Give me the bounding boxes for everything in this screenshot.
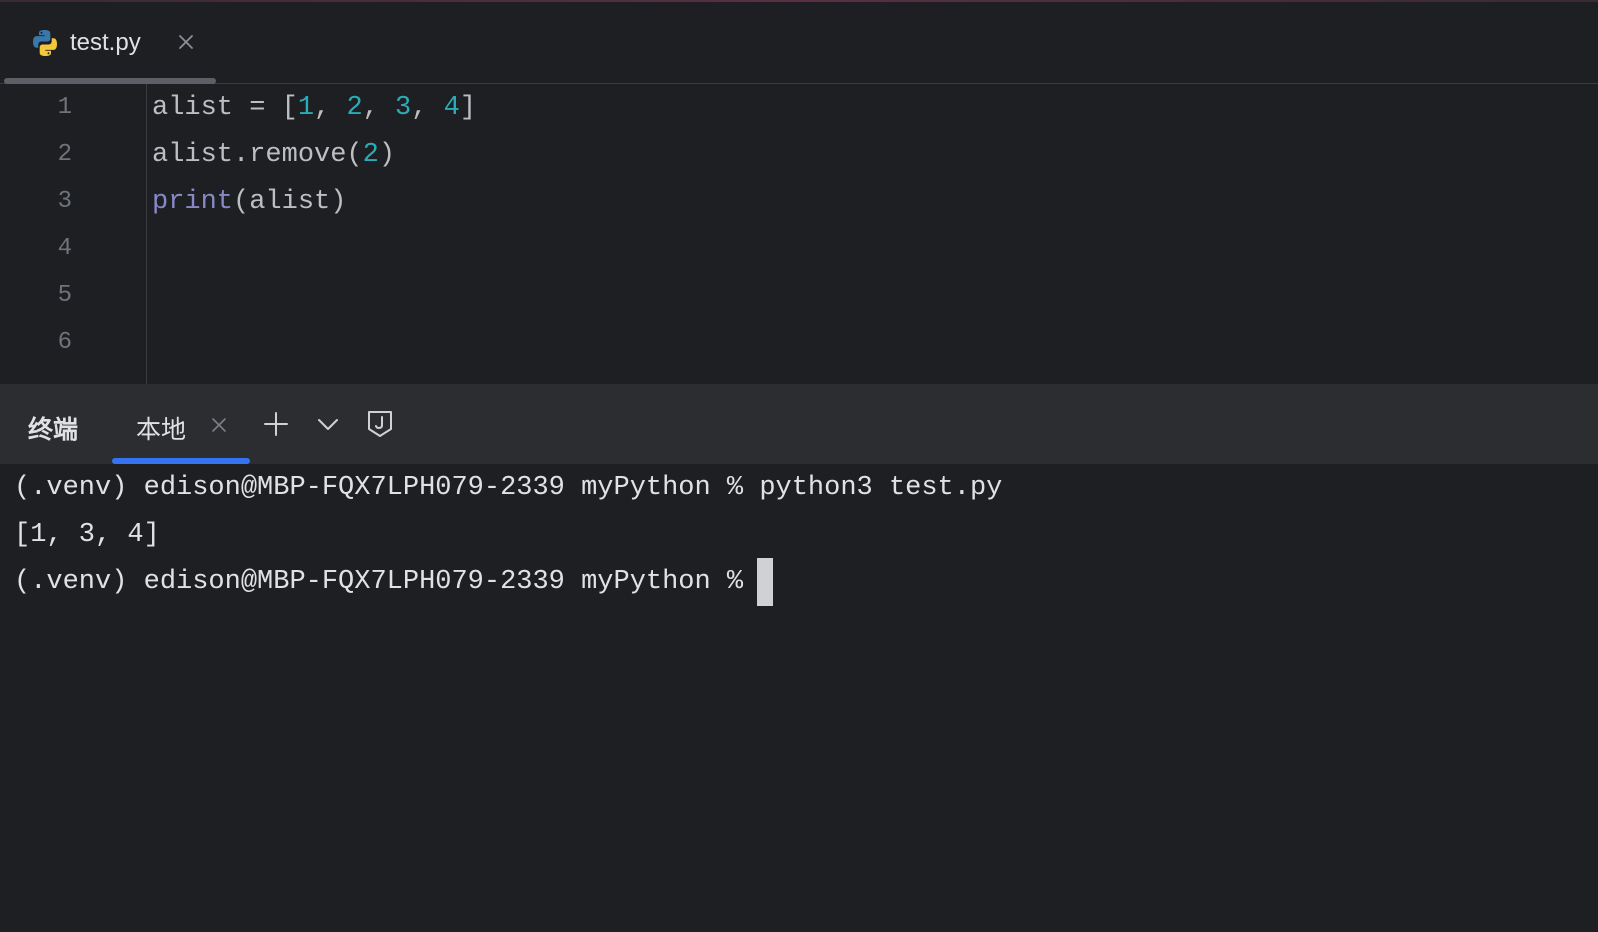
terminal-toolbar: 终端 本地 xyxy=(0,384,1598,464)
terminal-tab-label: 本地 xyxy=(136,416,187,444)
code-token: , xyxy=(314,93,347,123)
shield-icon xyxy=(368,411,392,437)
code-token: (alist) xyxy=(233,187,347,217)
terminal-tab-local[interactable]: 本地 xyxy=(112,384,250,464)
editor-tab-label: test.py xyxy=(70,29,141,56)
line-number: 1 xyxy=(57,94,72,121)
line-number: 5 xyxy=(57,282,72,309)
python-icon xyxy=(30,28,60,58)
code-line-3[interactable]: print(alist) xyxy=(152,178,346,226)
terminal-cursor xyxy=(757,558,774,606)
close-icon[interactable] xyxy=(174,30,198,54)
code-token: 4 xyxy=(443,93,460,123)
line-number: 6 xyxy=(57,329,72,356)
gutter-divider xyxy=(146,84,147,384)
code-token: 3 xyxy=(395,93,412,123)
code-token: , xyxy=(411,93,444,123)
shield-button[interactable] xyxy=(364,408,396,440)
code-token: alist = [ xyxy=(152,93,298,123)
code-token: , xyxy=(362,93,396,123)
terminal-prompt: (.venv) edison@MBP-FQX7LPH079-2339 myPyt… xyxy=(14,567,744,597)
code-token: 2 xyxy=(362,140,379,170)
editor-tab-test-py[interactable]: test.py xyxy=(4,2,216,84)
terminal-prompt-line: (.venv) edison@MBP-FQX7LPH079-2339 myPyt… xyxy=(14,558,774,606)
code-token: 2 xyxy=(346,93,363,123)
code-token: 1 xyxy=(297,93,315,123)
terminal-panel-title: 终端 xyxy=(28,416,79,444)
plus-icon xyxy=(264,412,288,436)
line-number: 2 xyxy=(57,141,72,168)
code-editor[interactable]: 1 2 3 4 5 6 alist = [1, 2, 3, 4] alist.r… xyxy=(0,84,1598,384)
editor-tab-bar: test.py xyxy=(0,2,1598,84)
code-token: print xyxy=(152,187,234,217)
terminal-line: [1, 3, 4] xyxy=(14,520,160,550)
terminal-line: (.venv) edison@MBP-FQX7LPH079-2339 myPyt… xyxy=(14,473,1003,503)
line-number: 3 xyxy=(57,188,72,215)
line-number: 4 xyxy=(57,235,72,262)
code-line-2[interactable]: alist.remove(2) xyxy=(152,131,395,179)
terminal-options-dropdown[interactable] xyxy=(312,408,344,440)
code-token: ] xyxy=(459,93,477,123)
new-terminal-button[interactable] xyxy=(260,408,292,440)
terminal-output[interactable]: (.venv) edison@MBP-FQX7LPH079-2339 myPyt… xyxy=(0,464,1598,932)
chevron-down-icon xyxy=(318,419,338,430)
close-icon[interactable] xyxy=(208,414,230,436)
code-token: alist.remove( xyxy=(152,140,363,170)
code-token: ) xyxy=(378,140,396,170)
code-line-1[interactable]: alist = [1, 2, 3, 4] xyxy=(152,84,476,132)
line-number-gutter: 1 2 3 4 5 6 xyxy=(0,84,146,384)
